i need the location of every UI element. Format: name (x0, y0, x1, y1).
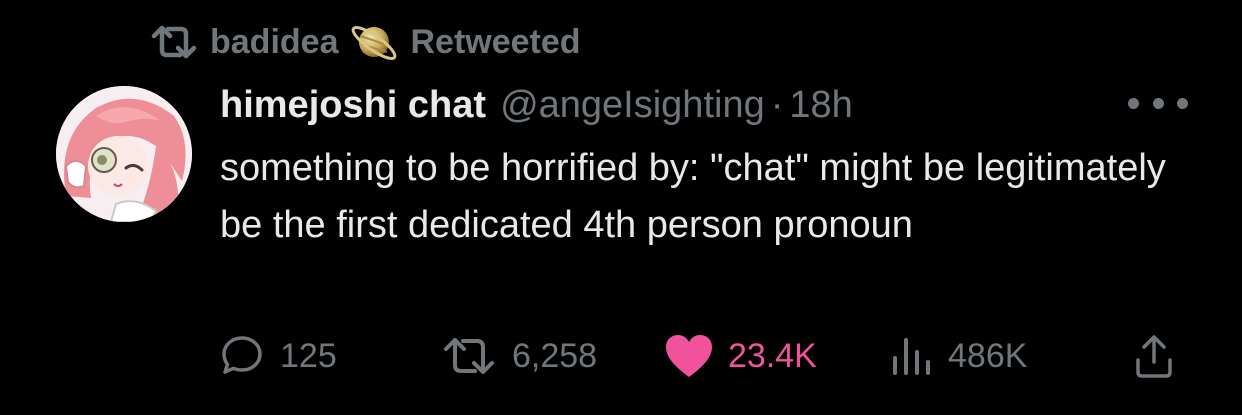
share-button[interactable] (1132, 330, 1176, 382)
tweet-text: something to be horrified by: "chat" mig… (220, 147, 1166, 246)
analytics-icon (893, 338, 930, 375)
reply-icon (222, 336, 262, 374)
saturn-planet-icon (352, 26, 397, 60)
retweeter-name[interactable]: badidea (210, 23, 338, 62)
tweet-header: himejoshi chat @angeIsighting · 18h (220, 80, 853, 130)
retweet-icon (151, 25, 197, 59)
separator-dot: · (770, 83, 784, 126)
avatar-image (56, 86, 192, 222)
retweet-context: badidea Retweeted (148, 20, 581, 64)
author-handle[interactable]: @angeIsighting (500, 84, 765, 127)
tweet-actions: 125 6,258 23.4K 486K (0, 330, 1242, 382)
retweet-count: 6,258 (512, 336, 598, 375)
reply-count: 125 (280, 336, 337, 375)
like-count: 23.4K (728, 336, 817, 375)
more-options-icon[interactable] (1128, 88, 1188, 118)
retweet-icon (444, 338, 494, 374)
retweeted-label: Retweeted (410, 22, 581, 61)
share-icon (1136, 335, 1172, 378)
view-count: 486K (948, 336, 1028, 375)
author-display-name[interactable]: himejoshi chat (220, 84, 486, 127)
tweet-timestamp[interactable]: 18h (789, 84, 852, 127)
reply-button[interactable]: 125 (218, 330, 337, 382)
like-button[interactable]: 23.4K (664, 330, 817, 382)
heart-icon (666, 335, 712, 377)
views-button[interactable]: 486K (890, 330, 1027, 382)
retweet-button[interactable]: 6,258 (440, 330, 597, 382)
avatar[interactable] (56, 86, 192, 222)
